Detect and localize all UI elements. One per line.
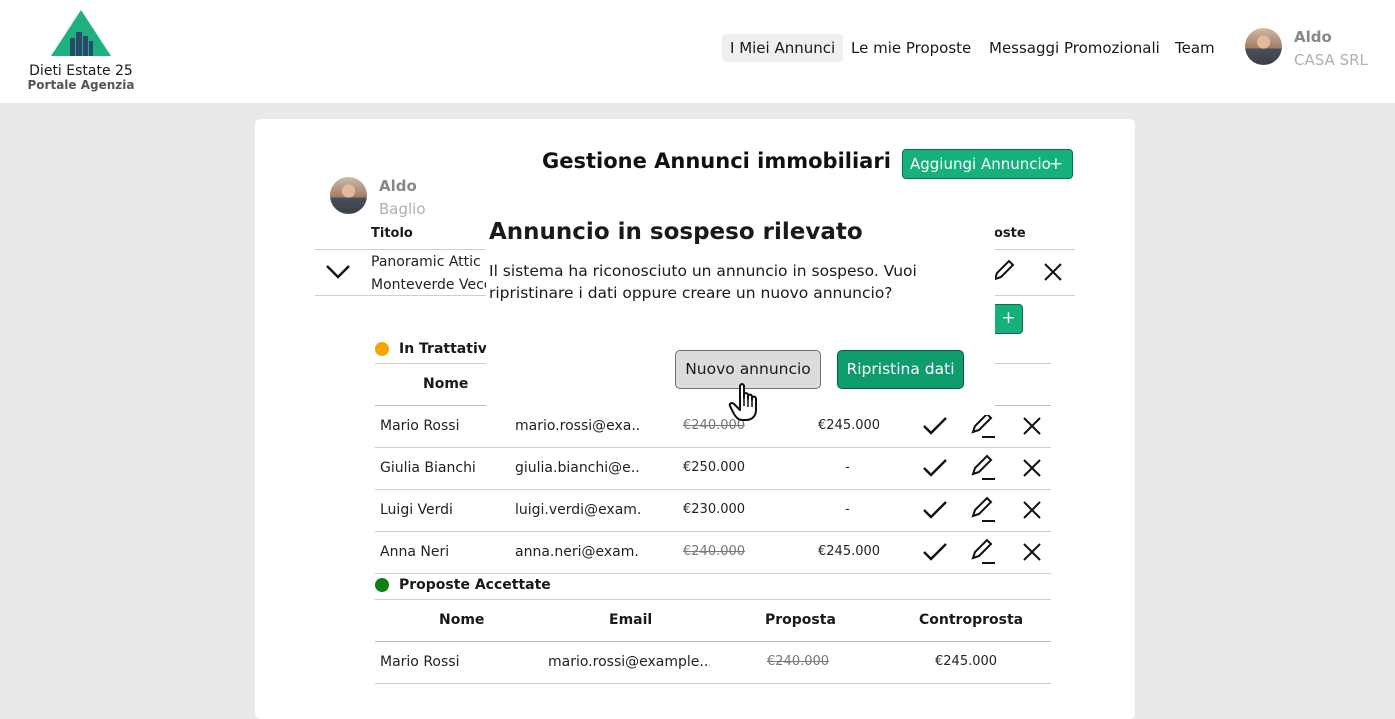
page-title: Gestione Annunci immobiliari: [542, 149, 891, 173]
cell-proposta: €250.000: [683, 460, 746, 475]
add-listing-label: Aggiungi Annuncio: [910, 155, 1051, 173]
pencil-icon[interactable]: [969, 538, 997, 566]
user-agency: CASA SRL: [1294, 51, 1368, 69]
divider: [375, 489, 1051, 490]
column-header-email: Email: [609, 612, 653, 628]
column-header-controproposta: Controprosta: [919, 612, 1024, 628]
section-title-proposte-accettate: Proposte Accettate: [399, 577, 551, 593]
brand-name: Dieti Estate 25: [29, 63, 133, 79]
listing-title[interactable]: Panoramic Attic i Monteverde Vecc: [371, 251, 487, 297]
logo-triangle-icon[interactable]: [51, 10, 111, 56]
section-title-in-trattativa: In Trattativa: [399, 341, 497, 357]
pencil-icon[interactable]: [969, 412, 997, 440]
cell-controproposta: €245.000: [818, 418, 881, 433]
status-accepted-dot: [375, 578, 389, 592]
nav-item-mie-proposte[interactable]: Le mie Proposte: [843, 34, 979, 62]
divider: [375, 641, 1051, 642]
divider: [375, 599, 1051, 600]
pencil-icon[interactable]: [969, 496, 997, 524]
chevron-down-icon[interactable]: [324, 260, 352, 284]
cell-nome: Giulia Bianchi: [380, 460, 476, 476]
cell-proposta: €240.000: [683, 544, 746, 559]
add-proposal-button[interactable]: +: [994, 304, 1023, 334]
check-icon[interactable]: [922, 457, 948, 479]
close-icon[interactable]: [1022, 542, 1042, 562]
column-header-proposte: oste: [994, 226, 1026, 241]
divider: [375, 573, 1051, 574]
cell-email: mario.rossi@exa...: [515, 418, 640, 434]
add-listing-button[interactable]: Aggiungi Annuncio +: [902, 149, 1073, 179]
user-avatar[interactable]: [1245, 28, 1282, 65]
close-icon[interactable]: [1022, 458, 1042, 478]
cell-nome: Anna Neri: [380, 544, 450, 560]
pencil-icon[interactable]: [969, 454, 997, 482]
cell-email: anna.neri@exam...: [515, 544, 640, 560]
column-header-nome: Nome: [439, 612, 485, 628]
check-icon[interactable]: [922, 415, 948, 437]
cell-proposta: €240.000: [767, 654, 830, 669]
cell-controproposta: -: [845, 502, 850, 517]
divider: [375, 447, 1051, 448]
dialog-title: Annuncio in sospeso rilevato: [489, 219, 863, 245]
cell-controproposta: €245.000: [935, 654, 998, 669]
check-icon[interactable]: [922, 541, 948, 563]
nav-item-miei-annunci[interactable]: I Miei Annunci: [722, 34, 844, 62]
agent-avatar: [330, 177, 367, 214]
cell-email: luigi.verdi@exam...: [515, 502, 640, 518]
restore-data-button[interactable]: Ripristina dati: [837, 350, 964, 389]
close-icon[interactable]: [1043, 262, 1063, 282]
column-header-nome: Nome: [423, 376, 469, 392]
nav-item-team[interactable]: Team: [1167, 34, 1223, 62]
cell-controproposta: €245.000: [818, 544, 881, 559]
column-header-titolo: Titolo: [371, 226, 413, 241]
cell-nome: Mario Rossi: [380, 654, 460, 670]
cell-email: mario.rossi@example....: [548, 654, 710, 670]
cell-proposta: €230.000: [683, 502, 746, 517]
check-icon[interactable]: [922, 499, 948, 521]
user-name: Aldo: [1294, 28, 1332, 46]
cell-email: giulia.bianchi@e...: [515, 460, 640, 476]
agent-first-name: Aldo: [379, 177, 417, 195]
divider: [375, 683, 1051, 684]
hand-pointer-cursor-icon: [728, 383, 757, 421]
status-pending-dot: [375, 342, 389, 356]
divider: [375, 531, 1051, 532]
cell-nome: Mario Rossi: [380, 418, 460, 434]
nav-item-messaggi-promozionali[interactable]: Messaggi Promozionali: [981, 34, 1168, 62]
agent-last-name: Baglio: [379, 200, 426, 218]
column-header-proposta: Proposta: [765, 612, 836, 628]
brand-subtitle: Portale Agenzia: [27, 78, 135, 92]
close-icon[interactable]: [1022, 500, 1042, 520]
cell-controproposta: -: [845, 460, 850, 475]
plus-icon: +: [1048, 154, 1063, 174]
dialog-message: Il sistema ha riconosciuto un annuncio i…: [489, 262, 917, 302]
close-icon[interactable]: [1022, 416, 1042, 436]
cell-nome: Luigi Verdi: [380, 502, 453, 518]
top-navigation-bar: Dieti Estate 25 Portale Agenzia I Miei A…: [0, 0, 1395, 103]
